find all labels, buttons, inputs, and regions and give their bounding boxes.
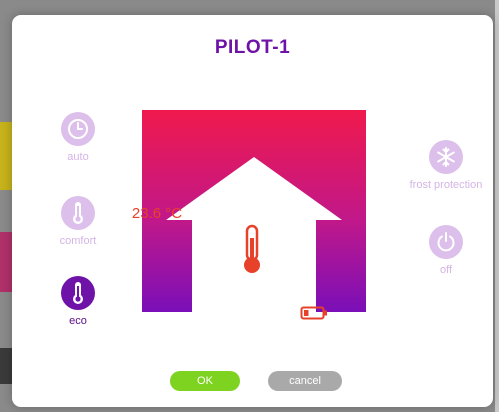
mode-comfort-label: comfort xyxy=(59,235,97,247)
thermometer-icon xyxy=(61,276,95,310)
mode-off-button[interactable]: off xyxy=(401,225,491,276)
mode-auto-label: auto xyxy=(67,151,89,163)
cancel-button[interactable]: cancel xyxy=(268,371,342,391)
mode-frost-protection-label: frost protection xyxy=(409,179,483,191)
current-temperature: 23.6 °C xyxy=(131,205,183,222)
snowflake-icon xyxy=(429,140,463,174)
power-icon xyxy=(429,225,463,259)
clock-icon xyxy=(61,112,95,146)
mode-frost-protection-button[interactable]: frost protection xyxy=(396,140,496,191)
mode-off-label: off xyxy=(439,264,453,276)
mode-auto-button[interactable]: auto xyxy=(33,112,123,163)
battery-low-icon xyxy=(300,306,328,325)
pilot-dialog: PILOT-1 auto comfort eco frost protectio… xyxy=(12,15,493,407)
thermometer-icon xyxy=(240,224,264,281)
thermometer-icon xyxy=(61,196,95,230)
background-scrollbar xyxy=(495,0,499,412)
mode-eco-label: eco xyxy=(69,315,87,327)
dialog-title: PILOT-1 xyxy=(214,37,291,58)
ok-button[interactable]: OK xyxy=(170,371,240,391)
mode-eco-button[interactable]: eco xyxy=(33,276,123,327)
